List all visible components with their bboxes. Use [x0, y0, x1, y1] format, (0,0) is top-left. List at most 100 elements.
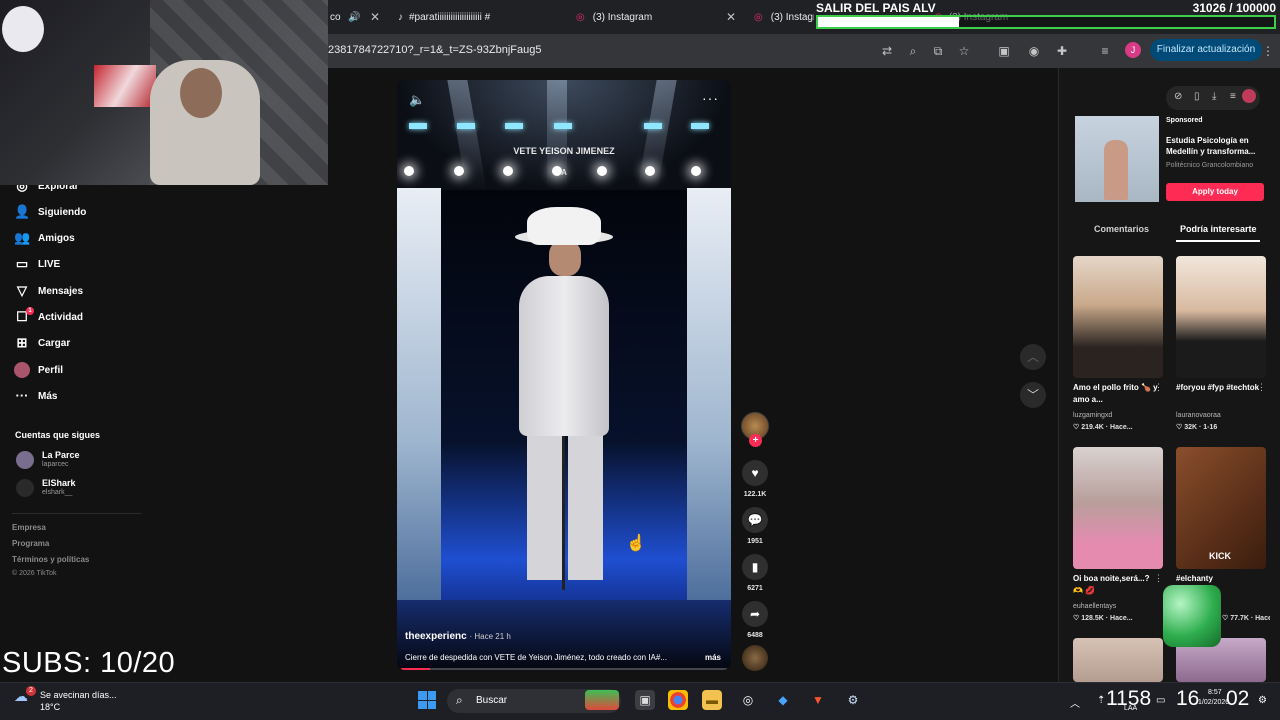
menu-icon[interactable]: ≡ [1230, 91, 1236, 102]
reader-icon[interactable]: ▣ [996, 43, 1012, 59]
bookmark-star-icon[interactable]: ☆ [956, 43, 972, 59]
bookmark-icon: ▮ [751, 560, 759, 574]
following-account[interactable]: ElShark elshark__ [16, 478, 76, 497]
next-video-button[interactable]: ﹀ [1020, 382, 1046, 408]
windows-start-icon[interactable] [418, 691, 436, 709]
following-section-title: Cuentas que sigues [15, 430, 101, 440]
recommended-video-thumbnail[interactable] [1176, 256, 1266, 378]
video-progress[interactable] [401, 668, 727, 670]
save-button[interactable]: ▮ [742, 554, 768, 580]
zoom-icon[interactable]: ⌕ [905, 43, 921, 59]
sidebar-item-mas[interactable]: ··· Más [14, 386, 58, 406]
language-indicator[interactable]: LAA [1124, 705, 1137, 712]
tab-podria-interesarte[interactable]: Podría interesarte [1180, 224, 1257, 234]
browser-tab[interactable]: ♪ #paratiiiiiiiiiiiiiiiiiiii # [398, 4, 538, 30]
steam-icon[interactable]: ⚙ [843, 690, 863, 710]
thumb-title[interactable]: #foryou #fyp #techtok [1176, 382, 1262, 394]
video-author[interactable]: theexperienc · Hace 21 h [405, 631, 511, 642]
extension-icon[interactable]: ◉ [1026, 43, 1042, 59]
volume-icon[interactable]: 🔈 [409, 92, 425, 108]
share-button[interactable]: ➦ [742, 601, 768, 627]
footer-link[interactable]: Empresa [12, 523, 46, 532]
tray-chevron-icon[interactable]: ︿ [1070, 695, 1080, 710]
user-avatar[interactable] [1242, 89, 1256, 103]
device-icon[interactable]: ▯ [1194, 91, 1200, 102]
sidebar-item-actividad[interactable]: ☐ 1 Actividad [14, 307, 83, 327]
thumb-stats: ♡ 32K · 1-16 [1176, 424, 1218, 431]
subs-counter: SUBS: 10/20 [2, 647, 176, 679]
brave-icon[interactable]: ▼ [808, 690, 828, 710]
like-count: 122.1K [743, 491, 767, 498]
sidebar-item-cargar[interactable]: ⊞ Cargar [14, 333, 71, 353]
sidebar-item-label: Mensajes [38, 285, 84, 297]
ad-person [1104, 140, 1128, 200]
browser-tab[interactable]: ◎ (3) Instagram [754, 4, 814, 30]
goal-title: SALIR DEL PAIS ALV [816, 1, 936, 15]
follow-plus-icon[interactable]: + [749, 434, 762, 447]
system-clock[interactable]: 8:57 1/02/2026 [1198, 688, 1229, 708]
more-options-icon[interactable]: ··· [702, 90, 719, 106]
video-player[interactable]: VETE YEISON JIMENEZ A 🔈 ··· theexperienc… [397, 80, 731, 670]
more-link[interactable]: más [705, 653, 721, 662]
thumb-user[interactable]: euhaellentays [1073, 603, 1116, 610]
close-tab-icon[interactable]: ✕ [370, 10, 380, 24]
browser-tab[interactable]: co 🔊 ✕ [330, 4, 380, 30]
browser-tab[interactable]: ◎ (3) Instagram ✕ [576, 4, 736, 30]
singer-suit [519, 276, 609, 436]
settings-icon[interactable]: ⊘ [1174, 91, 1182, 102]
thumb-title[interactable]: Amo el pollo frito 🍗 y amo a... [1073, 382, 1159, 406]
file-explorer-icon[interactable]: ▬ [702, 690, 722, 710]
tab-comentarios[interactable]: Comentarios [1094, 224, 1149, 234]
task-view-icon[interactable]: ▣ [635, 690, 655, 710]
more-options-icon[interactable]: ⋮ [1257, 382, 1266, 393]
goal-progress-fill [818, 17, 960, 27]
sidebar-item-live[interactable]: ▭ LIVE [14, 254, 60, 274]
video-progress-fill [401, 668, 431, 670]
display-icon[interactable]: ▭ [1156, 695, 1165, 706]
music-disc-icon[interactable] [742, 645, 768, 671]
recommended-video-thumbnail[interactable] [1073, 447, 1163, 569]
more-options-icon[interactable]: ⋮ [1154, 573, 1163, 584]
footer-link[interactable]: Términos y políticas [12, 555, 89, 564]
footer-link[interactable]: Programa [12, 539, 49, 548]
puzzle-icon[interactable]: ✚ [1054, 43, 1070, 59]
heart-icon: ♥ [751, 466, 759, 480]
apply-today-button[interactable]: Apply today [1166, 183, 1264, 201]
app-icon[interactable]: ◆ [773, 690, 793, 710]
browser-menu-icon[interactable]: ⋮ [1260, 43, 1276, 59]
address-bar[interactable]: 2381784722710?_r=1&_t=ZS-93ZbnjFaug5 [328, 44, 541, 56]
like-button[interactable]: ♥ [742, 460, 768, 486]
sidebar-item-amigos[interactable]: 👥 Amigos [14, 228, 75, 248]
notifications-icon[interactable]: ⚙ [1258, 695, 1267, 706]
author-name: theexperienc [405, 631, 467, 642]
media-queue-icon[interactable]: ≡ [1097, 43, 1113, 59]
comment-button[interactable]: 💬 [742, 507, 768, 533]
weather-widget[interactable]: Se avecinan días... 18°C [40, 689, 117, 713]
chrome-icon[interactable] [668, 690, 688, 710]
translate-icon[interactable]: ⇄ [879, 43, 895, 59]
thumb-title[interactable]: #elchanty [1176, 573, 1262, 585]
sidebar-item-perfil[interactable]: Perfil [14, 360, 63, 380]
ad-title[interactable]: Estudia Psicología en Medellín y transfo… [1166, 135, 1270, 157]
thumb-title[interactable]: Oi boa noite,será...? 🫶 💋 [1073, 573, 1159, 597]
more-options-icon[interactable]: ⋮ [1154, 382, 1163, 393]
tab-label: (3) Instagram [592, 11, 653, 23]
following-account[interactable]: La Parce laparcec [16, 450, 80, 469]
update-button[interactable]: Finalizar actualización [1150, 39, 1262, 61]
recommended-video-thumbnail[interactable] [1073, 256, 1163, 378]
profile-avatar[interactable]: J [1125, 42, 1141, 58]
profile-icon [14, 362, 30, 378]
sidebar-item-mensajes[interactable]: ▽ Mensajes [14, 281, 83, 301]
messages-icon: ▽ [17, 283, 27, 298]
previous-video-button[interactable]: ︿ [1020, 344, 1046, 370]
obs-icon[interactable]: ◎ [738, 690, 758, 710]
recommended-video-thumbnail[interactable] [1073, 638, 1163, 682]
install-icon[interactable]: ⧉ [930, 43, 946, 59]
network-icon[interactable]: ⇡ [1097, 695, 1105, 706]
search-placeholder: Buscar [476, 695, 508, 706]
thumb-user[interactable]: lauranovaoraa [1176, 412, 1221, 419]
download-icon[interactable]: ⤓ [1212, 91, 1216, 102]
close-tab-icon[interactable]: ✕ [726, 10, 736, 24]
thumb-user[interactable]: luzgamingxd [1073, 412, 1112, 419]
sidebar-item-siguiendo[interactable]: 👤 Siguiendo [14, 202, 86, 222]
